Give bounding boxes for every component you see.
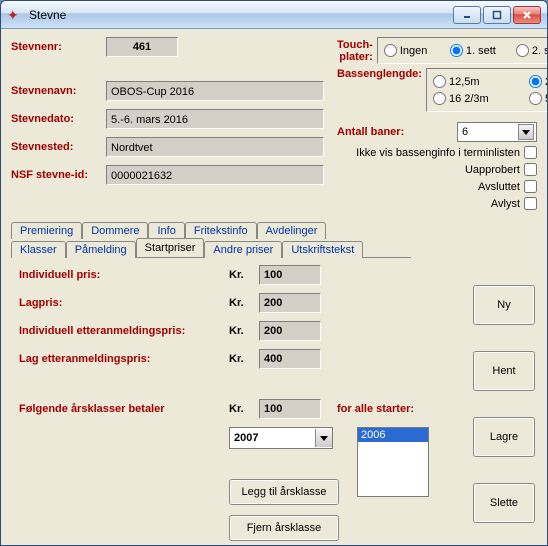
- nsfid-field[interactable]: 0000021632: [106, 165, 324, 185]
- tab-control: Premiering Dommere Info Fritekstinfo Avd…: [11, 221, 411, 258]
- baner-label: Antall baner:: [337, 126, 457, 138]
- stevnedato-field[interactable]: 5.-6. mars 2016: [106, 109, 324, 129]
- pool-radio-group: 12,5m 25m 16 2/3m 50m: [426, 68, 548, 112]
- stevnenr-label: Stevnenr:: [11, 41, 106, 53]
- minimize-button[interactable]: [453, 6, 481, 24]
- slette-button[interactable]: Slette: [473, 483, 535, 523]
- age-listbox[interactable]: 2006: [357, 427, 429, 497]
- radio-50m[interactable]: 50m: [525, 90, 548, 107]
- age-suffix-label: for alle starter:: [337, 403, 414, 415]
- app-icon: ✦: [7, 7, 23, 23]
- ikkevis-checkbox[interactable]: [524, 146, 537, 159]
- tab-dommere[interactable]: Dommere: [82, 222, 148, 239]
- kr-label-3: Kr.: [229, 325, 259, 337]
- kr-label-2: Kr.: [229, 297, 259, 309]
- right-column: Touch-plater: Ingen 1. sett 2. sett Bass…: [337, 37, 537, 210]
- lag-pris-field[interactable]: 200: [259, 293, 321, 313]
- side-buttons: Ny Hent Lagre Slette: [473, 285, 535, 546]
- avlyst-checkbox[interactable]: [524, 197, 537, 210]
- age-amount-field[interactable]: 100: [259, 399, 321, 419]
- uapprobert-checkbox[interactable]: [524, 163, 537, 176]
- age-label: Følgende årsklasser betaler: [19, 403, 229, 415]
- maximize-button[interactable]: [483, 6, 511, 24]
- stevnested-field[interactable]: Nordtvet: [106, 137, 324, 157]
- stevnenavn-field[interactable]: OBOS-Cup 2016: [106, 81, 324, 101]
- ind-pris-field[interactable]: 100: [259, 265, 321, 285]
- radio-25m[interactable]: 25m: [525, 73, 548, 90]
- radio-12-5m[interactable]: 12,5m: [429, 73, 525, 90]
- inde-pris-label: Individuell etteranmeldingspris:: [19, 325, 229, 337]
- chevron-down-icon: [315, 429, 332, 447]
- kr-label-1: Kr.: [229, 269, 259, 281]
- ikkevis-label: Ikke vis bassenginfo i terminlisten: [356, 147, 520, 159]
- baner-select[interactable]: 6: [457, 122, 537, 142]
- tab-startpriser[interactable]: Startpriser: [136, 238, 205, 257]
- tab-avdelinger[interactable]: Avdelinger: [257, 222, 327, 239]
- window-title: Stevne: [29, 8, 451, 22]
- chevron-down-icon: [518, 124, 534, 140]
- kr-label-5: Kr.: [229, 403, 259, 415]
- remove-age-button[interactable]: Fjern årsklasse: [229, 515, 339, 541]
- age-year-value: 2007: [234, 432, 258, 444]
- tab-klasser[interactable]: Klasser: [11, 241, 66, 258]
- avsluttet-label: Avsluttet: [478, 181, 520, 193]
- tab-andre-priser[interactable]: Andre priser: [204, 241, 282, 258]
- lag-pris-label: Lagpris:: [19, 297, 229, 309]
- avlyst-label: Avlyst: [491, 198, 520, 210]
- tab-pamelding[interactable]: Påmelding: [66, 241, 136, 258]
- ind-pris-label: Individuell pris:: [19, 269, 229, 281]
- titlebar: ✦ Stevne: [1, 1, 547, 29]
- inde-pris-field[interactable]: 200: [259, 321, 321, 341]
- age-year-dropdown[interactable]: 2007: [229, 427, 333, 449]
- tab-premiering[interactable]: Premiering: [11, 222, 82, 239]
- lagre-button[interactable]: Lagre: [473, 417, 535, 457]
- stevnenavn-label: Stevnenavn:: [11, 85, 106, 97]
- tab-utskriftstekst[interactable]: Utskriftstekst: [282, 241, 363, 258]
- stevnedato-label: Stevnedato:: [11, 113, 106, 125]
- tab-fritekstinfo[interactable]: Fritekstinfo: [185, 222, 257, 239]
- add-age-button[interactable]: Legg til årsklasse: [229, 479, 339, 505]
- app-window: ✦ Stevne Stevnenr: 461 Stevnenavn: OBOS-…: [0, 0, 548, 546]
- nsfid-label: NSF stevne-id:: [11, 169, 106, 181]
- lage-pris-field[interactable]: 400: [259, 349, 321, 369]
- touch-radio-group: Ingen 1. sett 2. sett: [377, 37, 548, 64]
- pool-label: Bassenglengde:: [337, 68, 426, 80]
- stevnenr-field[interactable]: 461: [106, 37, 178, 57]
- avsluttet-checkbox[interactable]: [524, 180, 537, 193]
- hent-button[interactable]: Hent: [473, 351, 535, 391]
- radio-ingen[interactable]: Ingen: [380, 42, 446, 59]
- radio-1sett[interactable]: 1. sett: [446, 42, 512, 59]
- kr-label-4: Kr.: [229, 353, 259, 365]
- touch-label: Touch-plater:: [337, 39, 377, 63]
- radio-16-23m[interactable]: 16 2/3m: [429, 90, 525, 107]
- age-list-item[interactable]: 2006: [358, 428, 428, 442]
- radio-2sett[interactable]: 2. sett: [512, 42, 548, 59]
- close-button[interactable]: [513, 6, 541, 24]
- baner-value: 6: [462, 126, 468, 138]
- client-area: Stevnenr: 461 Stevnenavn: OBOS-Cup 2016 …: [1, 29, 547, 545]
- lage-pris-label: Lag etteranmeldingspris:: [19, 353, 229, 365]
- stevnested-label: Stevnested:: [11, 141, 106, 153]
- ny-button[interactable]: Ny: [473, 285, 535, 325]
- tab-info[interactable]: Info: [148, 222, 184, 239]
- startpriser-panel: Individuell pris: Kr. 100 Lagpris: Kr. 2…: [19, 265, 449, 541]
- uapprobert-label: Uapprobert: [465, 164, 520, 176]
